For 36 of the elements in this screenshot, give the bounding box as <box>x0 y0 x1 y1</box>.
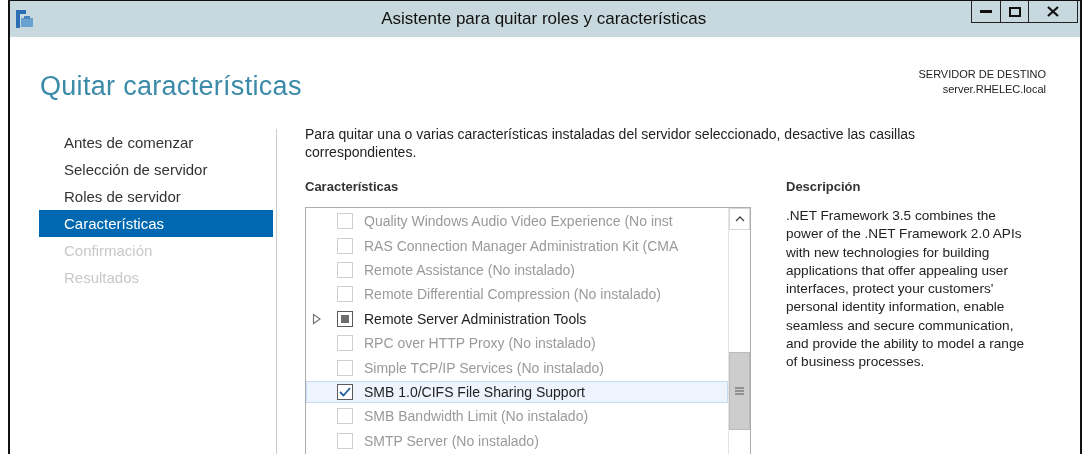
window-title: Asistente para quitar roles y características <box>380 9 708 29</box>
feature-label: Simple TCP/IP Services (No instalado) <box>364 359 604 376</box>
feature-label: Quality Windows Audio Video Experience (No inst <box>364 213 673 230</box>
app-icon <box>15 9 35 29</box>
sidebar-item[interactable]: Características <box>39 210 273 237</box>
instructions-text: Para quitar una o varias características instaladas del servidor seleccionado, desactive las casillas correspondientes. <box>305 125 917 161</box>
feature-row[interactable]: Remote Server Administration Tools <box>306 307 728 331</box>
page-title: Quitar características <box>40 71 302 103</box>
close-button[interactable] <box>1028 1 1078 23</box>
feature-label: SMB Bandwidth Limit (No instalado) <box>364 408 589 425</box>
destination-server: server.RHELEC.local <box>942 82 1046 97</box>
feature-label: SMTP Server (No instalado) <box>364 432 539 449</box>
minimize-button[interactable] <box>971 1 1001 23</box>
description-heading: Descripción <box>786 179 862 196</box>
grip-icon[interactable] <box>735 387 744 395</box>
sidebar-item[interactable]: Selección de servidor <box>39 156 273 183</box>
feature-row[interactable]: SMB 1.0/CIFS File Sharing Support <box>306 380 728 404</box>
expand-arrow-icon[interactable] <box>312 312 322 325</box>
feature-label: SMB 1.0/CIFS File Sharing Support <box>364 384 585 401</box>
feature-label: RPC over HTTP Proxy (No instalado) <box>364 335 596 352</box>
feature-label: Remote Differential Compression (No instalado) <box>364 286 661 303</box>
maximize-icon <box>1008 6 1021 17</box>
minimize-icon <box>980 9 992 14</box>
feature-label: RAS Connection Manager Administration Kit (CMA <box>364 237 679 254</box>
scrollbar[interactable] <box>728 208 750 454</box>
sidebar-item[interactable]: Antes de comenzar <box>39 129 273 156</box>
scroll-up-icon[interactable] <box>734 216 745 222</box>
close-icon <box>1047 6 1059 17</box>
destination-label: SERVIDOR DE DESTINO <box>918 67 1046 82</box>
feature-label: Remote Server Administration Tools <box>364 310 587 327</box>
feature-label: Remote Assistance (No instalado) <box>364 262 575 278</box>
checkbox[interactable] <box>337 310 353 327</box>
checkbox[interactable] <box>337 384 353 401</box>
features-heading: Características <box>305 179 400 196</box>
sidebar-item[interactable]: Roles de servidor <box>39 183 273 210</box>
description-text: .NET Framework 3.5 combines the power of the .NET Framework 2.0 APIs with new technologies for building applications that offer appealing user interfaces, protect your customers' personal identity information, enable seamless and secure communication, and provide the ability to model a range of business processes. <box>786 207 1026 372</box>
